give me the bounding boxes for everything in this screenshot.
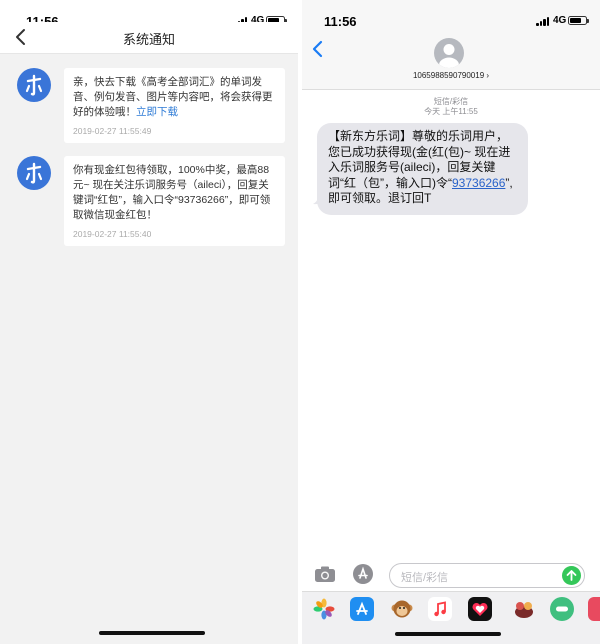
- sms-code-link[interactable]: 93736266: [452, 176, 505, 190]
- send-arrow-icon: [566, 570, 577, 581]
- message-date-label: 今天 上午11:55: [424, 107, 478, 116]
- monkey-memoji-icon[interactable]: [390, 597, 414, 621]
- send-button[interactable]: [562, 566, 581, 585]
- meituan-app-icon[interactable]: [550, 597, 574, 621]
- signal-icon: [536, 17, 550, 26]
- camera-icon[interactable]: [314, 565, 336, 583]
- music-app-icon[interactable]: [428, 597, 452, 621]
- message-composer: 短信/彩信: [302, 560, 600, 592]
- app-store-icon[interactable]: [350, 597, 374, 621]
- home-indicator[interactable]: [395, 632, 501, 636]
- back-chevron-icon[interactable]: [312, 40, 324, 58]
- app-drawer: [302, 591, 600, 644]
- home-indicator[interactable]: [99, 631, 205, 635]
- battery-icon: [568, 16, 589, 25]
- status-time: 11:56: [324, 14, 357, 29]
- sticker-app-icon[interactable]: [512, 597, 536, 621]
- notification-body: 你有现金红包待领取，100%中奖，最高88元~ 现在关注乐词服务号（aileci…: [73, 164, 271, 221]
- sms-message-bubble[interactable]: 【新东方乐词】尊敬的乐词用户，您已成功获得现(金(红(包)~ 现在进入乐词服务号…: [317, 123, 528, 215]
- download-now-link[interactable]: 立即下载: [136, 106, 178, 118]
- message-input-placeholder: 短信/彩信: [401, 572, 449, 584]
- notification-card[interactable]: 亲，快去下载《高考全部词汇》的单词发音、例句发音、图片等内容吧，将会获得更好的体…: [64, 68, 285, 143]
- notification-time: 2019-02-27 11:55:49: [73, 126, 152, 136]
- app-store-icon[interactable]: [352, 563, 374, 585]
- page-title: 系统通知: [122, 32, 175, 47]
- nav-bar: 系统通知: [0, 22, 298, 54]
- contact-number[interactable]: 1065988590790019 ›: [302, 71, 600, 80]
- messages-header: 11:56 4G 1065988590790019 ›: [302, 0, 600, 90]
- leci-logo-icon: [17, 68, 51, 102]
- left-phone-screen: 11:56 4G 系统通知 亲，快去下载《高考全部词汇》的单词发音、例句发音、图…: [0, 0, 298, 644]
- photos-app-icon[interactable]: [312, 597, 336, 621]
- right-phone-screen: 11:56 4G 1065988590790019 › 短信/彩信 今天 上午1…: [302, 0, 600, 644]
- digital-touch-icon[interactable]: [468, 597, 492, 621]
- notification-text: 亲，快去下载《高考全部词汇》的单词发音、例句发音、图片等内容吧，将会获得更好的体…: [73, 75, 276, 120]
- network-label: 4G: [553, 15, 567, 26]
- contact-avatar-icon[interactable]: [434, 38, 464, 68]
- notification-card[interactable]: 你有现金红包待领取，100%中奖，最高88元~ 现在关注乐词服务号（aileci…: [64, 156, 285, 246]
- message-input[interactable]: 短信/彩信: [389, 563, 585, 588]
- partial-app-icon[interactable]: [588, 597, 600, 621]
- notification-time: 2019-02-27 11:55:40: [73, 229, 152, 239]
- leci-logo-icon: [17, 156, 51, 190]
